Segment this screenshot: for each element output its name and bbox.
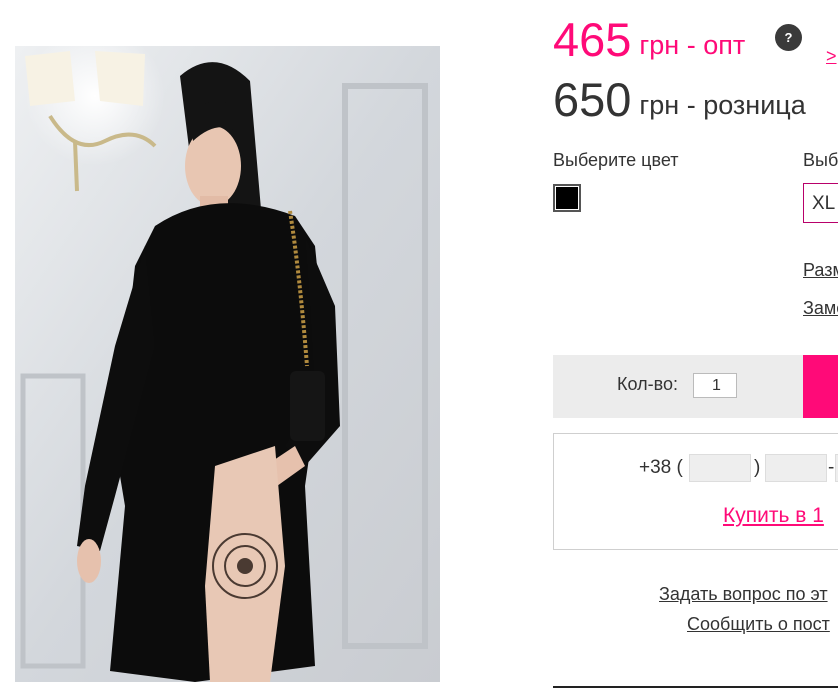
- size-table-link[interactable]: Разм: [803, 260, 838, 281]
- color-swatch-black[interactable]: [553, 184, 581, 212]
- color-select-label: Выберите цвет: [553, 150, 679, 170]
- report-link[interactable]: Сообщить о пост: [687, 614, 830, 635]
- ask-question-link[interactable]: Задать вопрос по эт: [659, 584, 828, 605]
- wholesale-price: 465 грн - опт: [553, 14, 745, 66]
- one-click-order-box: [553, 433, 838, 550]
- wholesale-price-label: грн - опт: [639, 30, 746, 60]
- help-icon[interactable]: ?: [775, 24, 802, 51]
- color-swatch-fill: [556, 187, 578, 209]
- retail-price: 650 грн - розница: [553, 74, 806, 126]
- retail-price-label: грн - розница: [639, 90, 806, 120]
- add-to-cart-button[interactable]: [803, 355, 838, 418]
- phone-prefix: +38 (: [639, 457, 683, 478]
- wholesale-price-value: 465: [553, 13, 632, 66]
- retail-price-value: 650: [553, 73, 632, 126]
- divider: [553, 686, 838, 688]
- product-photo[interactable]: [15, 46, 440, 682]
- product-photo-illustration: [15, 46, 440, 682]
- phone-paren-close: ): [754, 457, 761, 478]
- measure-link[interactable]: Заме: [803, 298, 838, 319]
- quantity-input[interactable]: 1: [693, 373, 737, 398]
- size-select-label: Выб: [803, 150, 838, 170]
- phone-number-input-1[interactable]: [765, 454, 827, 482]
- phone-dash: -: [828, 457, 835, 478]
- quantity-label: Кол-во:: [617, 374, 678, 394]
- size-option-xl[interactable]: XL: [803, 183, 838, 223]
- more-link[interactable]: >: [826, 46, 837, 67]
- buy-one-click-link[interactable]: Купить в 1: [723, 504, 824, 528]
- phone-code-input[interactable]: [689, 454, 751, 482]
